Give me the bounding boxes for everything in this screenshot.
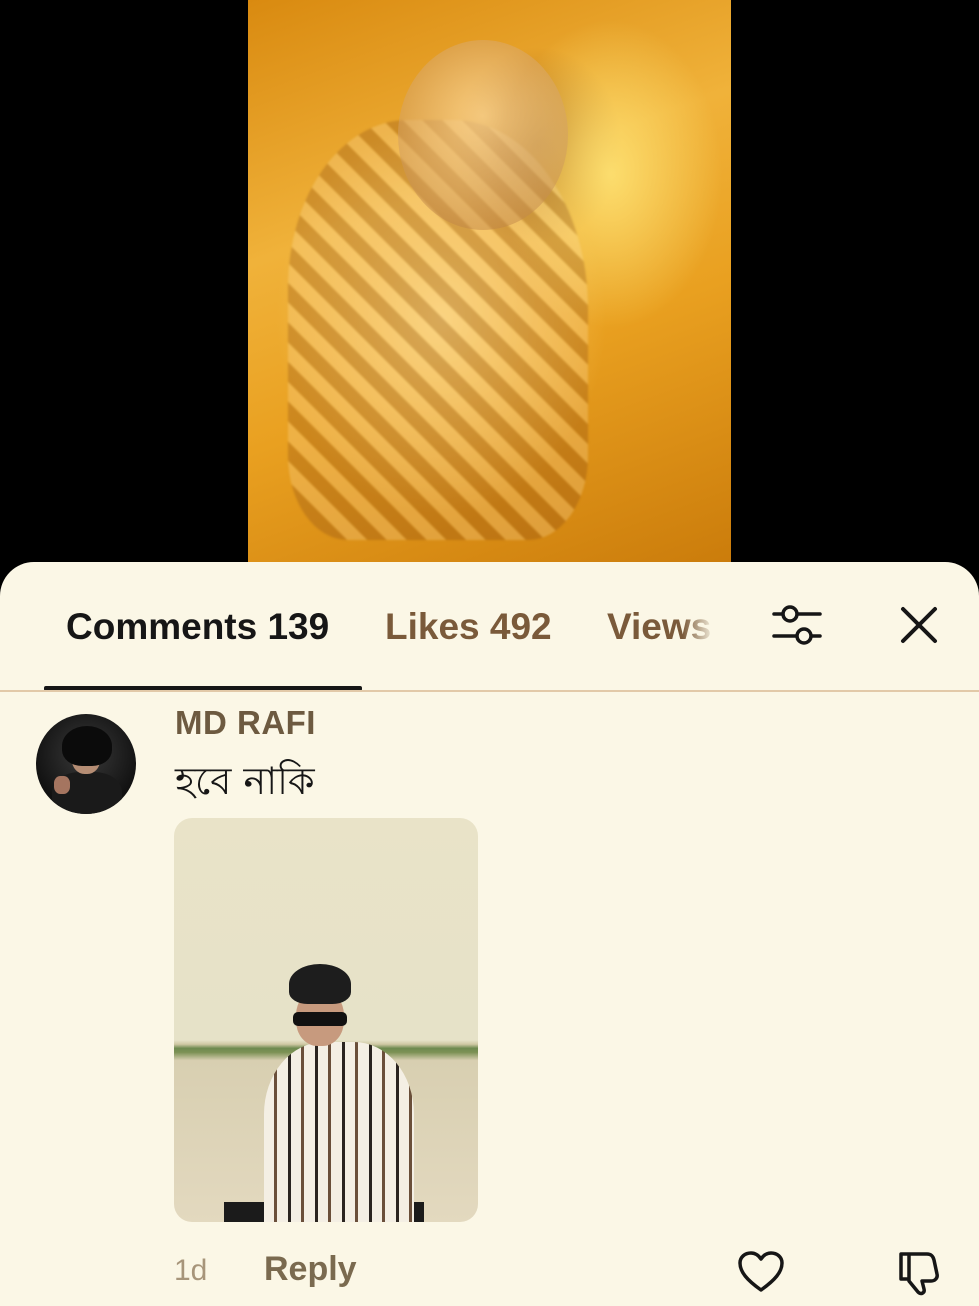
tabs-divider (0, 690, 979, 692)
comment-username[interactable]: MD RAFI (175, 704, 316, 742)
photo-shirt (264, 1042, 414, 1222)
video-frame[interactable] (248, 0, 731, 580)
tab-comments[interactable]: Comments 139 (66, 606, 329, 648)
heart-icon[interactable] (737, 1250, 785, 1294)
reply-button[interactable]: Reply (264, 1250, 357, 1289)
filter-sliders-icon[interactable] (770, 600, 824, 650)
comment-item: MD RAFI হবে নাকি 1d Reply (0, 694, 979, 1306)
video-figure-head (398, 40, 568, 230)
comments-sheet: Comments 139 Likes 492 Views MD RAFI হবে… (0, 562, 979, 1306)
close-icon[interactable] (896, 602, 942, 648)
photo-hair (289, 964, 351, 1004)
tab-views[interactable]: Views (607, 606, 715, 648)
thumbs-down-icon[interactable] (893, 1248, 943, 1296)
comment-text: হবে নাকি (175, 759, 315, 803)
avatar-hair (62, 726, 112, 766)
video-player-area[interactable] (0, 0, 979, 580)
photo-sunglasses (293, 1012, 347, 1026)
comment-attached-image[interactable] (174, 818, 478, 1222)
avatar[interactable] (36, 714, 136, 814)
tab-likes[interactable]: Likes 492 (385, 606, 552, 648)
tab-bar: Comments 139 Likes 492 Views (0, 562, 979, 691)
avatar-hand (54, 776, 70, 794)
comment-timestamp: 1d (174, 1254, 208, 1287)
